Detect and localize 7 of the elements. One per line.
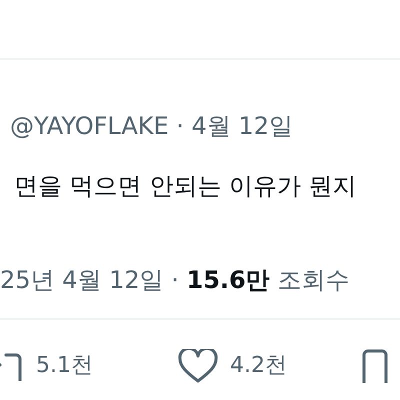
bookmark-icon[interactable] [360,349,390,383]
post-text: 면을 먹으면 안되는 이유가 뭔지 [14,171,358,202]
post-stats: 25년 4월 12일 · 15.6만 조회수 [0,265,350,296]
heart-icon[interactable] [178,349,218,383]
post-meta: @YAYOFLAKE · 4월 12일 [10,111,294,142]
like-count: 4.2천 [230,352,287,380]
retweet-count: 5.1천 [36,352,93,380]
